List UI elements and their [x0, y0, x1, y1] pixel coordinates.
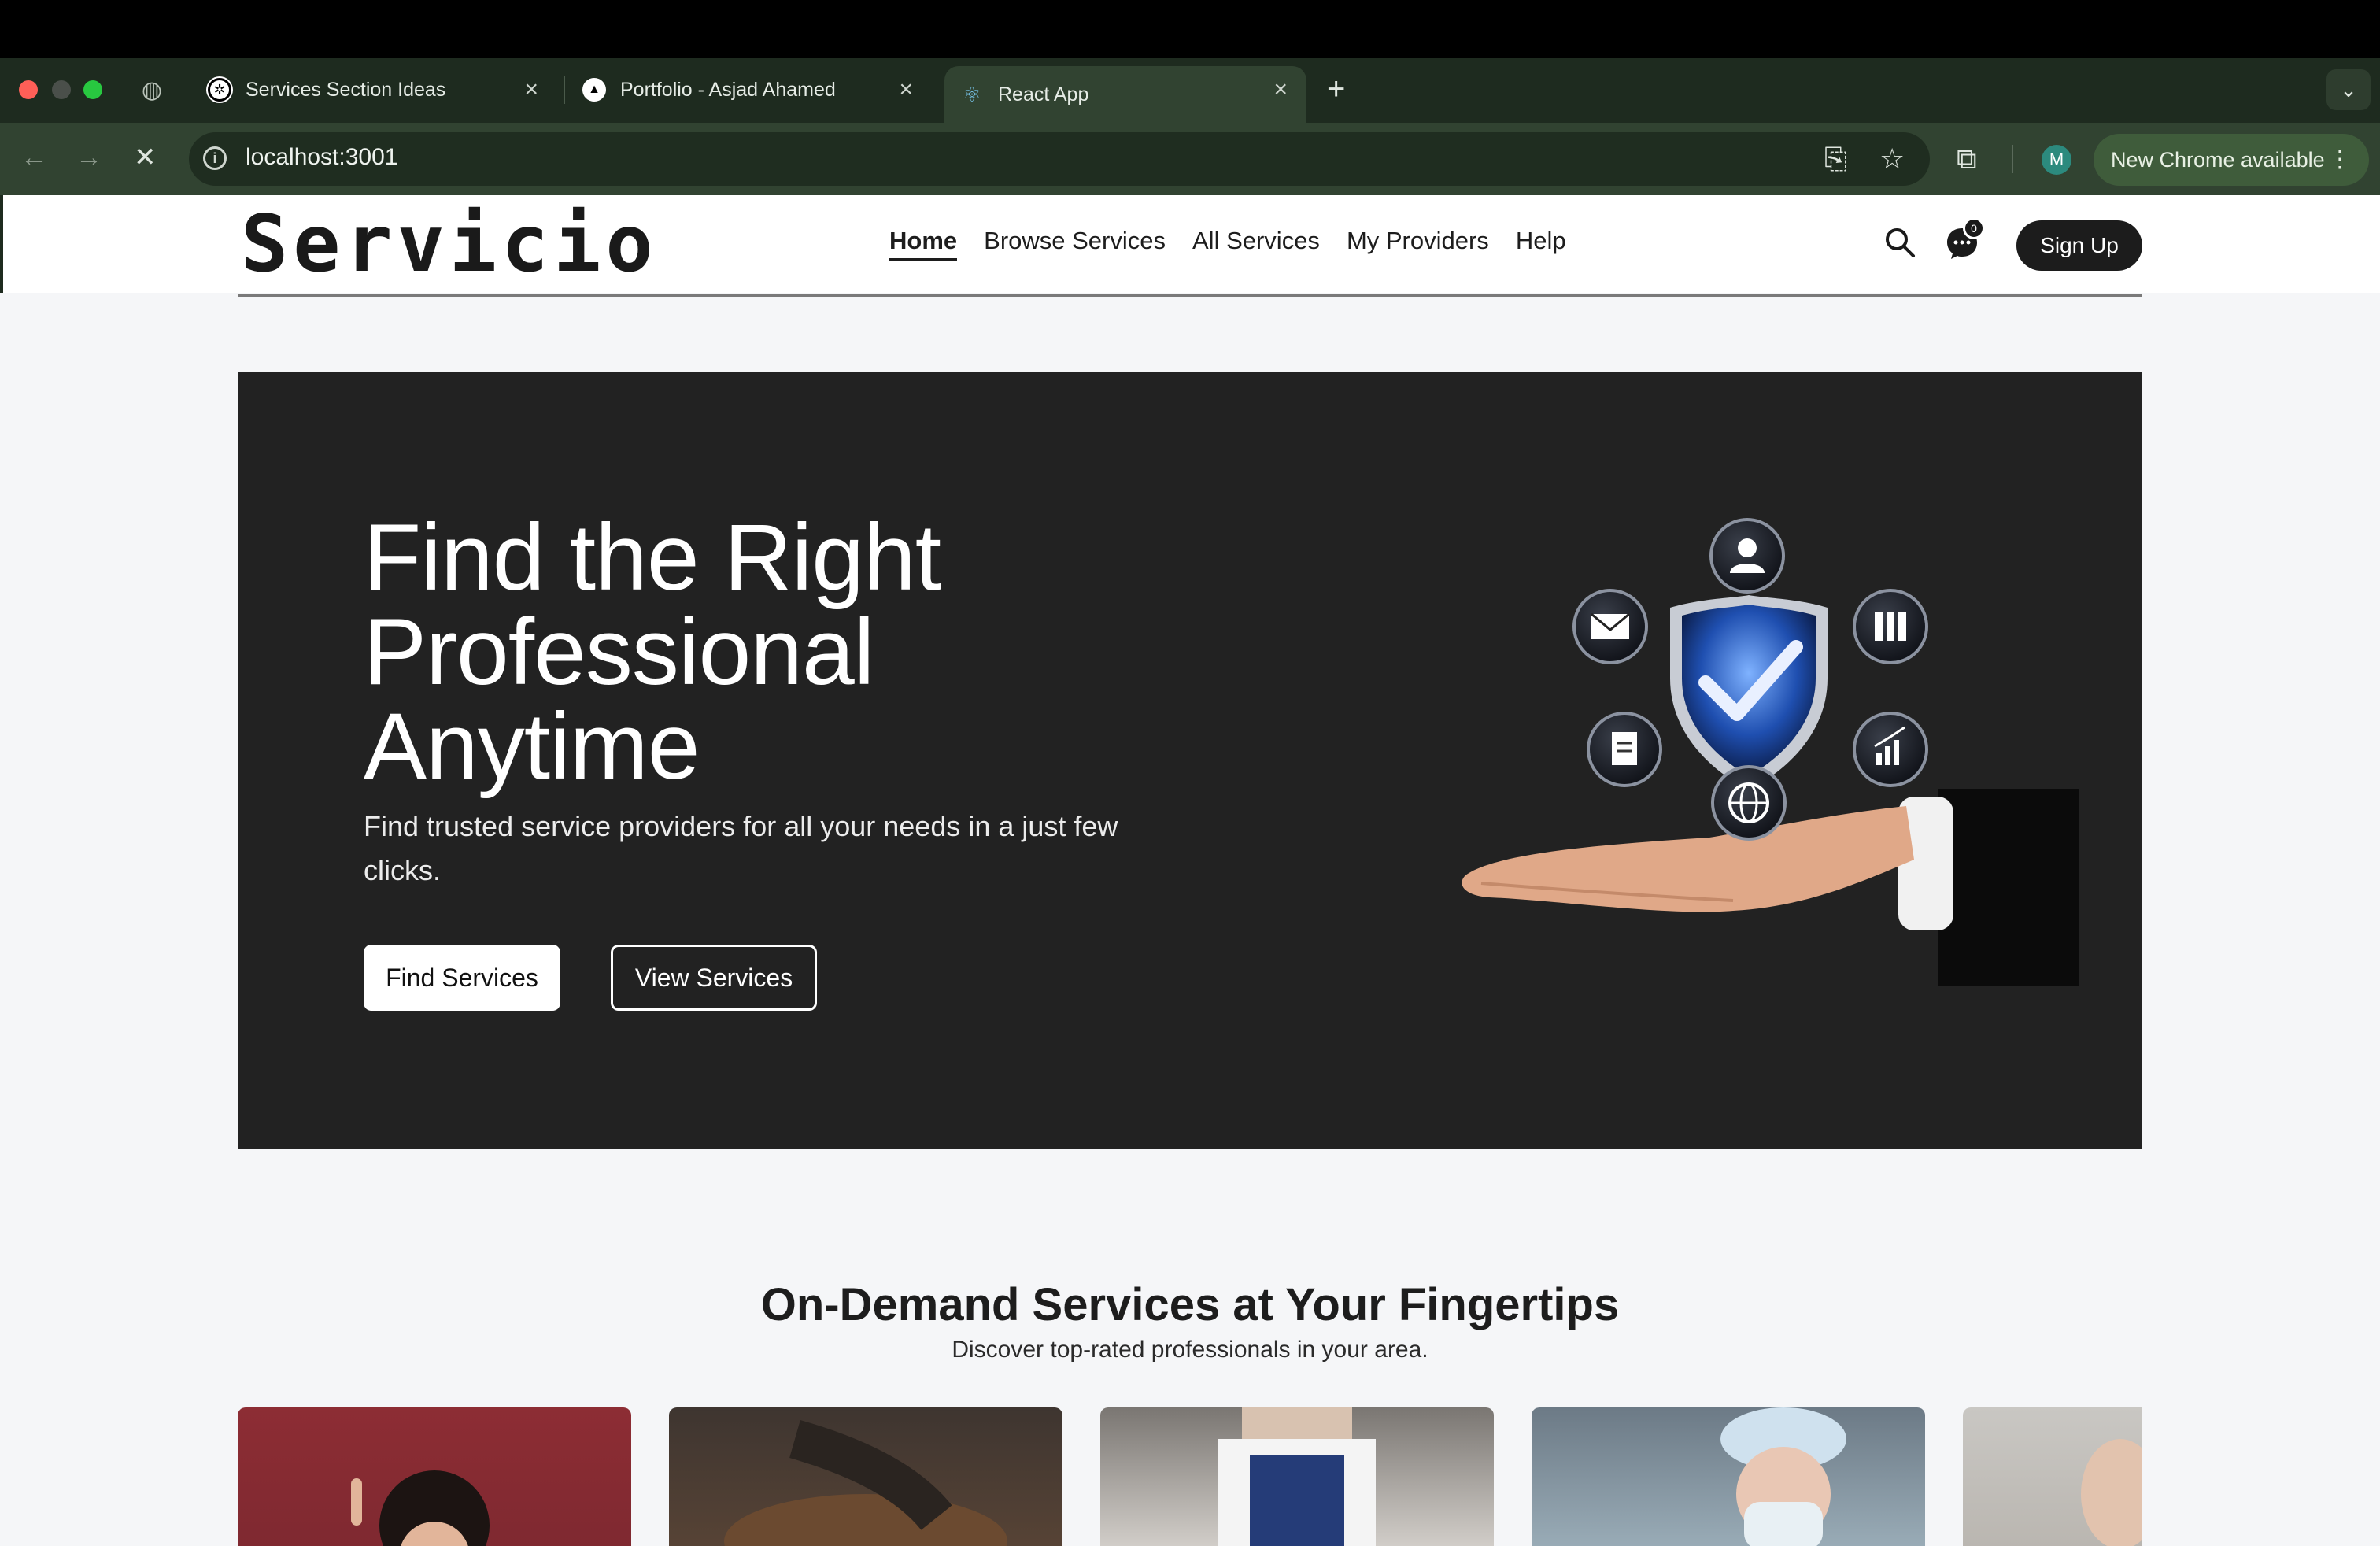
close-window-button[interactable] — [19, 80, 38, 99]
service-card-image — [724, 1419, 1007, 1546]
menu-bar — [0, 0, 2380, 58]
nav-my-providers[interactable]: My Providers — [1347, 227, 1489, 261]
tab-search-button[interactable]: ⌄ — [2326, 69, 2371, 110]
tab-react-app[interactable]: ⚛ React App × — [944, 66, 1306, 123]
nav-all-services[interactable]: All Services — [1192, 227, 1320, 261]
more-menu-icon[interactable]: ⋮ — [2328, 134, 2352, 186]
nav-home[interactable]: Home — [889, 227, 958, 261]
binders-bubble-icon — [1853, 589, 1928, 664]
service-card[interactable] — [1100, 1407, 1494, 1546]
site-info-icon[interactable]: i — [203, 146, 227, 170]
service-card-image — [351, 1470, 490, 1546]
hero-subtitle: Find trusted service providers for all y… — [364, 810, 1118, 886]
sign-up-button[interactable]: Sign Up — [2016, 220, 2142, 271]
nav-browse-services[interactable]: Browse Services — [984, 227, 1166, 261]
hero-title: Find the Right Professional Anytime — [364, 510, 1229, 793]
forward-arrow-icon[interactable]: → — [76, 140, 102, 175]
service-card[interactable] — [1963, 1407, 2142, 1546]
tab-divider — [564, 76, 565, 104]
update-label: New Chrome available — [2111, 148, 2325, 172]
hero-illustration — [1462, 518, 2079, 986]
maximize-window-button[interactable] — [83, 80, 102, 99]
service-card-image — [2081, 1439, 2142, 1546]
address-bar[interactable] — [189, 132, 1930, 186]
extensions-icon[interactable]: ⧉ — [1957, 142, 1977, 176]
site-logo[interactable]: Servicio — [241, 205, 658, 283]
service-card[interactable] — [1532, 1407, 1925, 1546]
hero-banner: Find the Right Professional Anytime Find… — [238, 372, 2142, 1149]
page-viewport: Servicio Home Browse Services All Servic… — [0, 195, 2380, 1546]
openai-icon: ✲ — [208, 78, 231, 102]
tab-title: Services Section Ideas — [246, 78, 446, 101]
service-card[interactable] — [238, 1407, 631, 1546]
hero-title-line: Professional — [364, 599, 874, 705]
mail-bubble-icon — [1572, 589, 1648, 664]
service-card-image — [1218, 1407, 1376, 1546]
globe-icon[interactable]: ◍ — [139, 77, 165, 104]
tab-title: React App — [998, 83, 1089, 105]
update-chrome-button[interactable]: New Chrome available ⋮ — [2094, 134, 2369, 186]
services-subheading: Discover top-rated professionals in your… — [952, 1337, 1428, 1363]
header-divider — [238, 294, 2142, 297]
services-heading: On-Demand Services at Your Fingertips — [760, 1279, 1620, 1330]
search-icon[interactable] — [1884, 227, 1916, 258]
bookmark-star-icon[interactable]: ☆ — [1879, 142, 1905, 176]
person-bubble-icon — [1709, 518, 1785, 594]
close-tab-icon[interactable]: × — [524, 76, 538, 104]
new-tab-button[interactable]: + — [1327, 69, 1345, 109]
url-text[interactable]: localhost:3001 — [246, 144, 397, 171]
service-card-image — [1720, 1407, 1846, 1546]
tab-services-section-ideas[interactable]: ✲ Services Section Ideas × — [195, 66, 557, 113]
stop-loading-icon[interactable]: ✕ — [134, 140, 157, 175]
nav-help[interactable]: Help — [1516, 227, 1566, 261]
service-card[interactable] — [669, 1407, 1062, 1546]
hero-title-line: Anytime — [364, 693, 700, 799]
clipboard-bubble-icon — [1587, 712, 1662, 787]
hero-title-line: Find the Right — [364, 505, 941, 610]
close-tab-icon[interactable]: × — [899, 76, 913, 104]
minimize-window-button[interactable] — [52, 80, 71, 99]
tab-portfolio[interactable]: ▲ Portfolio - Asjad Ahamed × — [570, 66, 932, 113]
react-icon: ⚛ — [963, 82, 981, 106]
globe-bubble-icon — [1711, 765, 1787, 841]
back-arrow-icon[interactable]: ← — [20, 140, 47, 175]
toolbar-divider — [2012, 145, 2013, 173]
chart-bubble-icon — [1853, 712, 1928, 787]
main-nav: Home Browse Services All Services My Pro… — [889, 227, 1566, 261]
install-app-icon[interactable]: ⎘ — [1824, 142, 1847, 176]
find-services-button[interactable]: Find Services — [364, 945, 560, 1011]
tab-title: Portfolio - Asjad Ahamed — [620, 78, 836, 101]
close-tab-icon[interactable]: × — [1273, 76, 1288, 104]
chat-count-badge: 0 — [1963, 217, 1985, 239]
profile-avatar[interactable]: M — [2042, 145, 2071, 175]
view-services-button[interactable]: View Services — [611, 945, 817, 1011]
vercel-icon: ▲ — [582, 78, 606, 102]
